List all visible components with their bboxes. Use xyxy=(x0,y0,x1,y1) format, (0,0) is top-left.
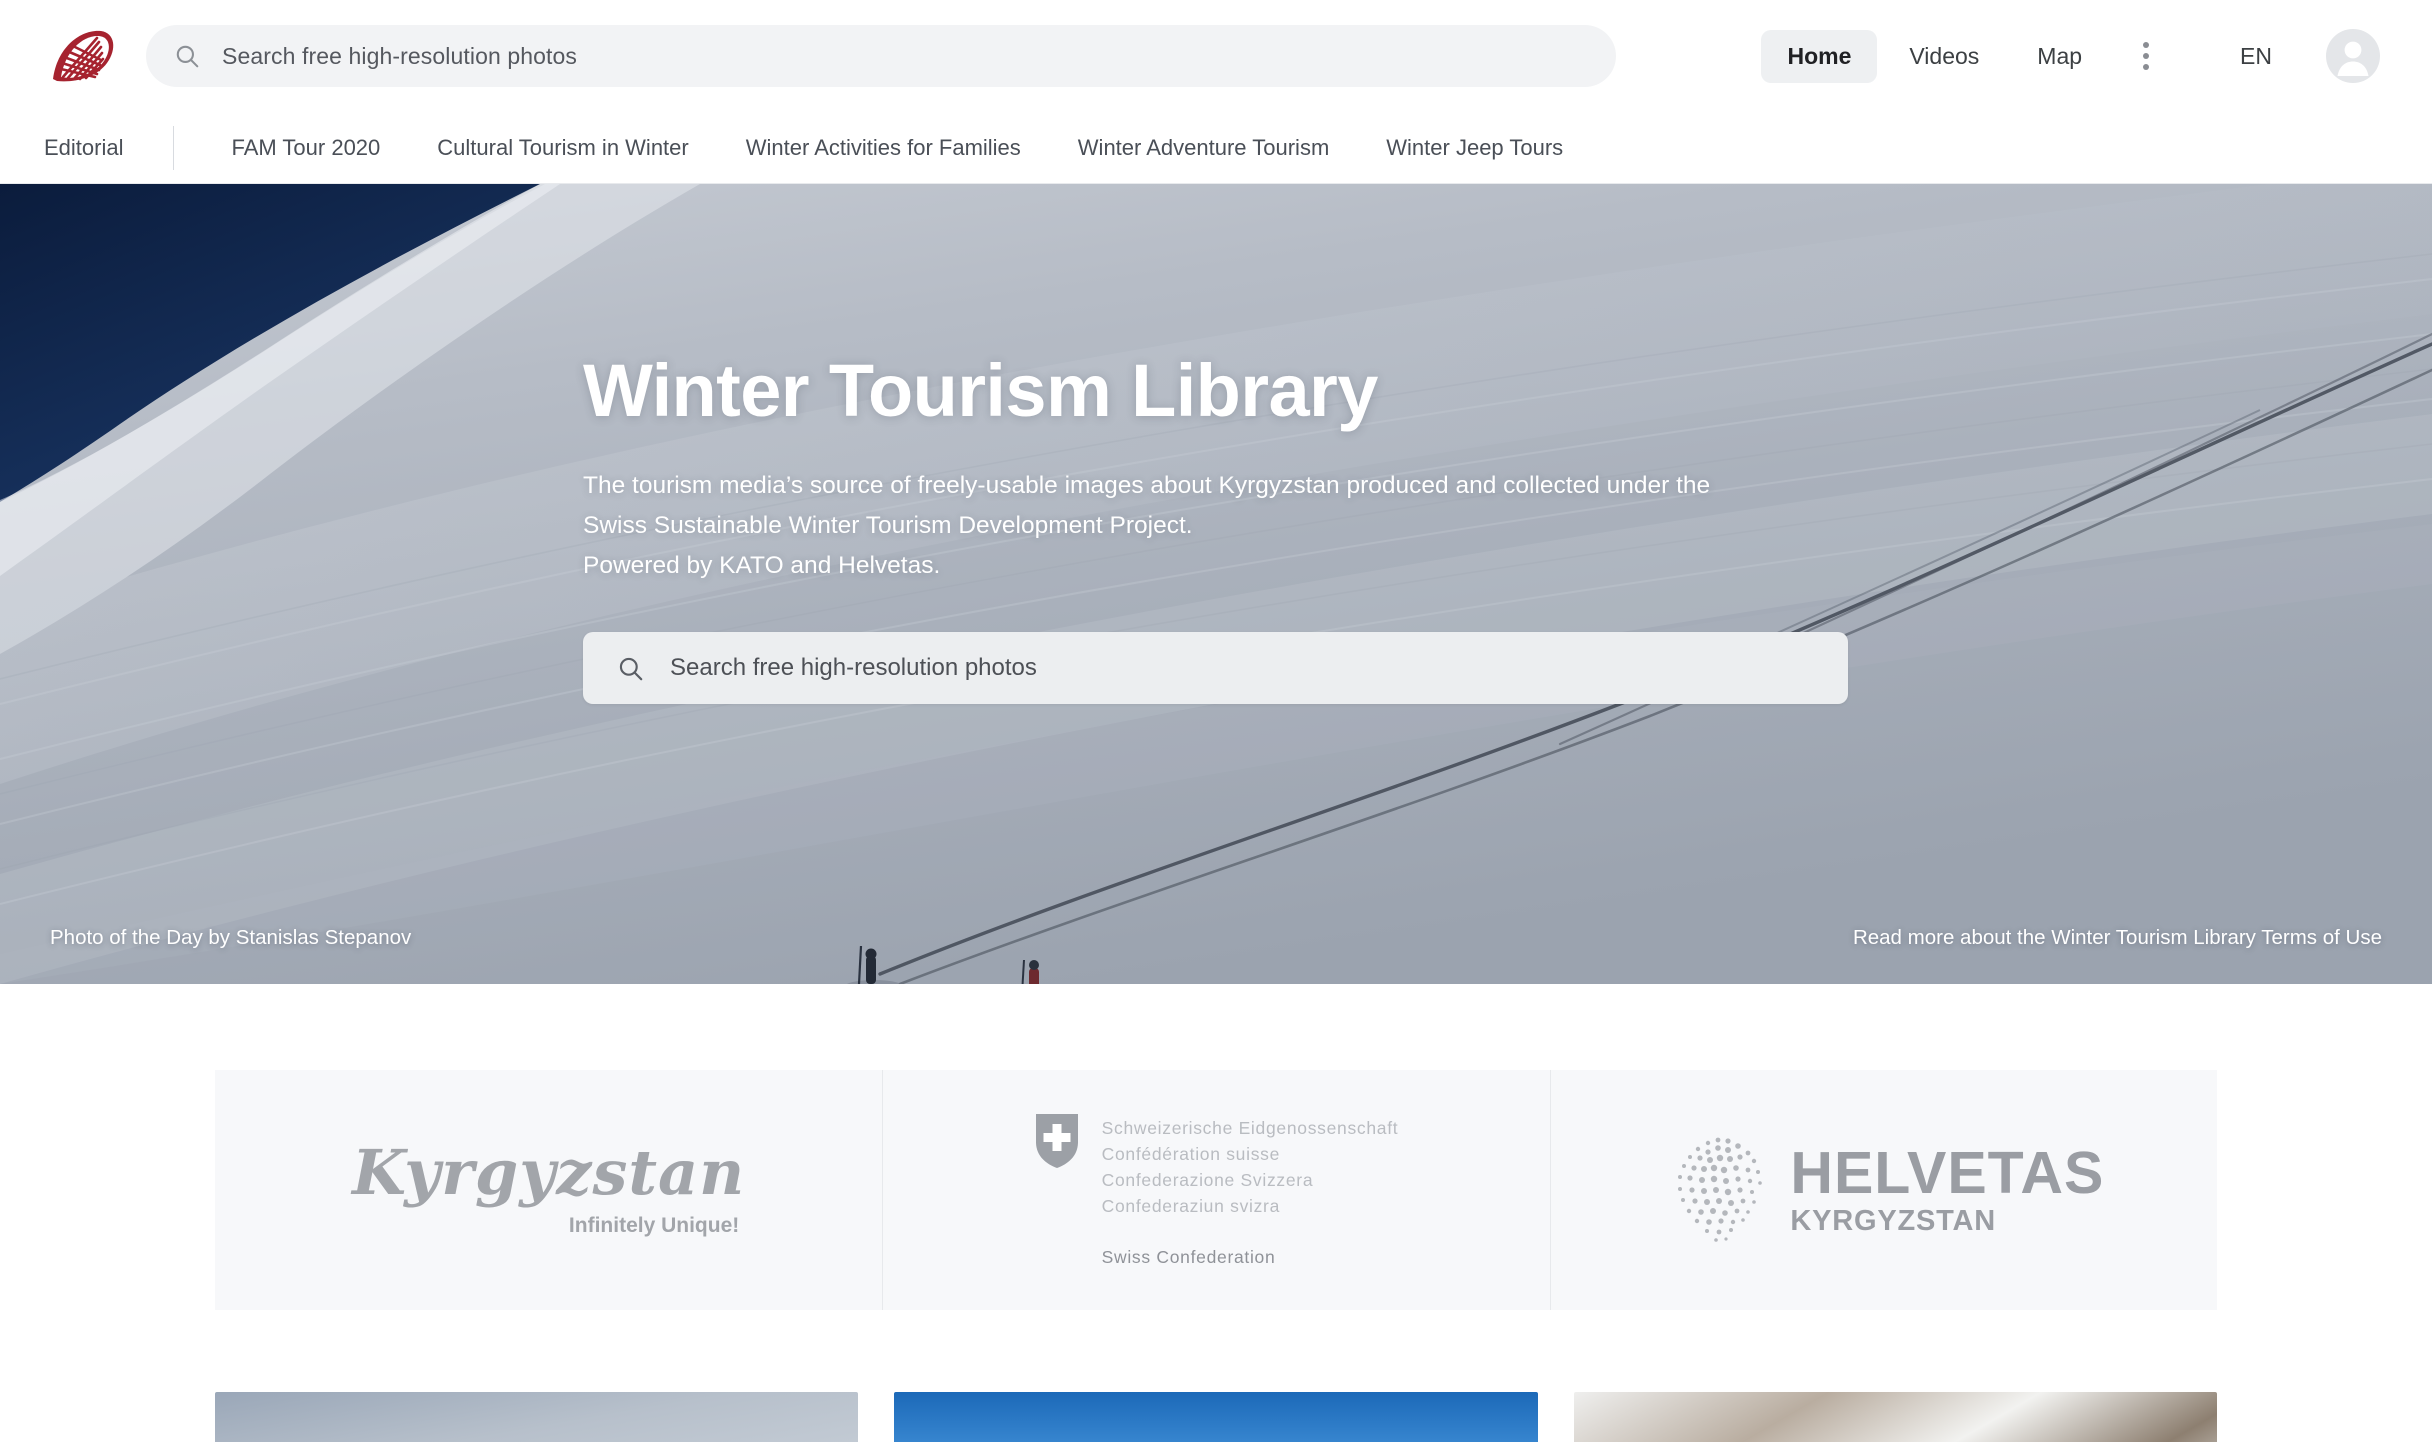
subnav-item-cultural-tourism-in-winter[interactable]: Cultural Tourism in Winter xyxy=(437,127,688,169)
subnav-item-winter-adventure-tourism[interactable]: Winter Adventure Tourism xyxy=(1078,127,1329,169)
kebab-menu-icon[interactable] xyxy=(2120,30,2172,82)
partner-swiss-confederation[interactable]: Schweizerische Eidgenossenschaft Confédé… xyxy=(882,1070,1549,1310)
primary-nav: Home Videos Map EN xyxy=(1761,29,2380,83)
subnav-divider xyxy=(173,125,175,170)
hero-subtitle-line-3: Powered by KATO and Helvetas. xyxy=(583,552,941,580)
subnav-item-editorial[interactable]: Editorial xyxy=(44,127,123,169)
gallery-thumb[interactable] xyxy=(215,1392,859,1442)
nav-item-home[interactable]: Home xyxy=(1761,29,1878,83)
helvetas-wordmark: HELVETAS xyxy=(1790,1140,2105,1206)
category-subnav: Editorial FAM Tour 2020 Cultural Tourism… xyxy=(0,112,2432,184)
subnav-item-fam-tour-2020[interactable]: FAM Tour 2020 xyxy=(231,127,380,169)
kyrgyzstan-wordmark: Kyrgyzstan xyxy=(352,1136,746,1209)
hero-banner: Winter Tourism Library The tourism media… xyxy=(0,184,2432,984)
swiss-line-de: Schweizerische Eidgenossenschaft xyxy=(1101,1118,1399,1138)
user-avatar-icon[interactable] xyxy=(2326,29,2380,83)
helvetas-country: KYRGYZSTAN xyxy=(1790,1205,1996,1237)
search-input[interactable]: Search free high-resolution photos xyxy=(146,25,1616,87)
search-icon xyxy=(176,45,199,68)
swiss-line-it: Confederazione Svizzera xyxy=(1101,1170,1314,1190)
partner-logo-band: Kyrgyzstan Infinitely Unique! Schweizeri… xyxy=(215,1070,2217,1310)
language-selector[interactable]: EN xyxy=(2218,33,2294,80)
gallery-section xyxy=(0,1310,2432,1442)
gallery-thumb[interactable] xyxy=(894,1392,1538,1442)
page-title: Winter Tourism Library xyxy=(583,349,1378,432)
site-logo[interactable] xyxy=(44,23,122,89)
hero-content: Winter Tourism Library The tourism media… xyxy=(0,184,2432,984)
swiss-shield-cross-icon xyxy=(1035,1114,1078,1168)
kyrgyzstan-tagline: Infinitely Unique! xyxy=(568,1214,740,1237)
nav-item-map[interactable]: Map xyxy=(2011,30,2108,83)
search-placeholder: Search free high-resolution photos xyxy=(222,42,578,69)
hero-footer-row: Photo of the Day by Stanislas Stepanov R… xyxy=(0,926,2432,950)
subnav-item-winter-jeep-tours[interactable]: Winter Jeep Tours xyxy=(1386,127,1563,169)
helvetas-dotted-globe-icon xyxy=(1678,1137,1763,1242)
gallery-thumb[interactable] xyxy=(1573,1392,2217,1442)
swiss-line-fr: Confédération suisse xyxy=(1101,1144,1281,1164)
hero-subtitle-line-2: Swiss Sustainable Winter Tourism Develop… xyxy=(583,512,1193,540)
nav-item-videos[interactable]: Videos xyxy=(1883,30,2005,83)
top-header-bar: Search free high-resolution photos Home … xyxy=(0,0,2432,112)
hero-subtitle-line-1: The tourism media’s source of freely-usa… xyxy=(583,472,1711,500)
partners-section: Kyrgyzstan Infinitely Unique! Schweizeri… xyxy=(0,984,2432,1310)
partner-helvetas[interactable]: HELVETAS KYRGYZSTAN xyxy=(1549,1070,2217,1310)
gallery-thumb-row xyxy=(215,1392,2217,1442)
hero-search-input[interactable]: Search free high-resolution photos xyxy=(583,632,1848,705)
photo-of-the-day-credit[interactable]: Photo of the Day by Stanislas Stepanov xyxy=(50,926,411,950)
terms-of-use-link[interactable]: Read more about the Winter Tourism Libra… xyxy=(1853,926,2382,950)
swiss-line-rm: Confederaziun svizra xyxy=(1101,1196,1281,1216)
partner-kyrgyzstan[interactable]: Kyrgyzstan Infinitely Unique! xyxy=(215,1070,882,1310)
hero-subtitle: The tourism media’s source of freely-usa… xyxy=(583,466,1843,586)
search-icon xyxy=(619,657,643,681)
subnav-item-winter-activities-for-families[interactable]: Winter Activities for Families xyxy=(746,127,1021,169)
hero-search-placeholder: Search free high-resolution photos xyxy=(670,654,1037,682)
swiss-line-en: Swiss Confederation xyxy=(1101,1247,1276,1267)
